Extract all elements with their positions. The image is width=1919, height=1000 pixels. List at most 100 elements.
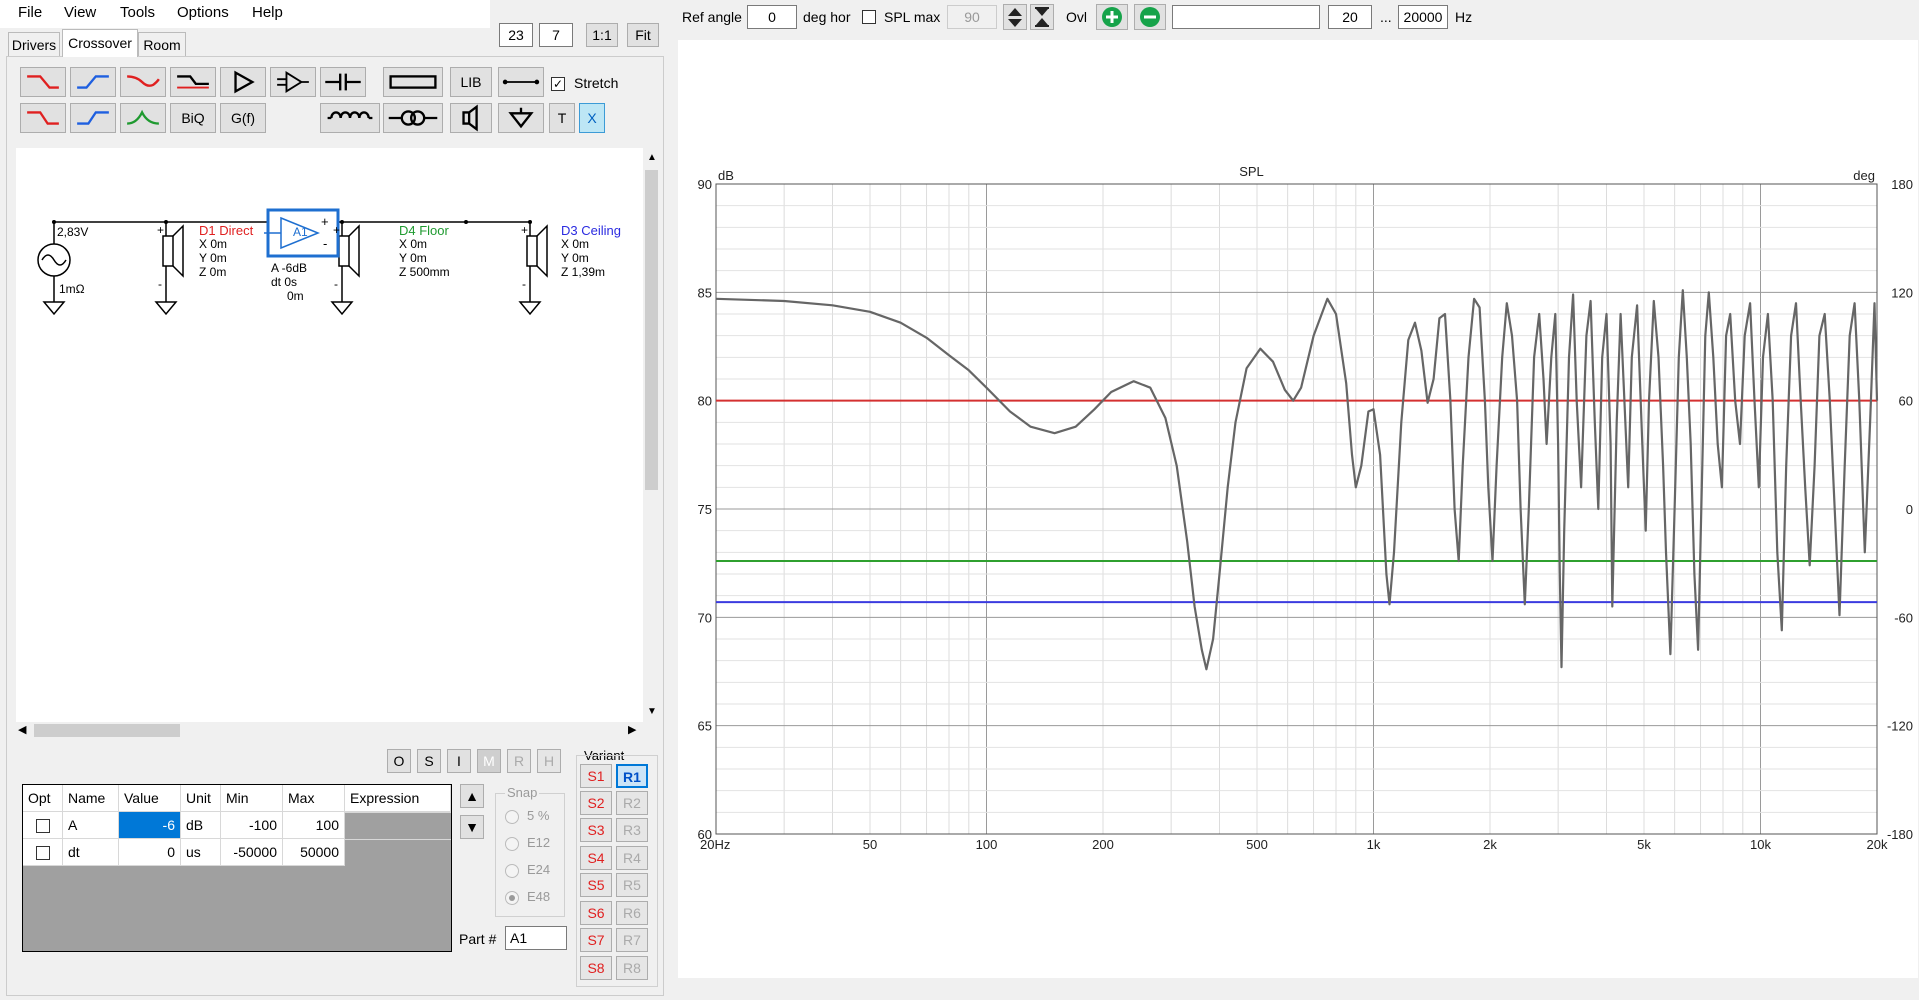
d3-name-label[interactable]: D3 Ceiling xyxy=(561,223,621,238)
zoom-value-2[interactable]: 7 xyxy=(539,23,573,47)
snap-option-e48[interactable]: E48 xyxy=(505,889,550,905)
freq-max-input[interactable]: 20000 xyxy=(1398,5,1448,29)
variant-r4-button[interactable]: R4 xyxy=(616,846,648,870)
text-tool-button[interactable]: T xyxy=(549,103,575,133)
amp-name-label[interactable]: A1 xyxy=(293,225,308,239)
param-value-a[interactable]: -6 xyxy=(119,812,181,839)
scroll-left-icon[interactable]: ◀ xyxy=(18,723,26,736)
i-button[interactable]: I xyxy=(447,749,471,773)
opt-checkbox-a[interactable] xyxy=(23,812,63,839)
snap-option-e12[interactable]: E12 xyxy=(505,835,550,851)
zoom-value-1[interactable]: 23 xyxy=(499,23,533,47)
h-button[interactable]: H xyxy=(537,749,561,773)
scroll-right-icon[interactable]: ▶ xyxy=(628,723,636,736)
bandpass-green-button[interactable] xyxy=(120,103,166,133)
horizontal-scroll-thumb[interactable] xyxy=(34,724,180,737)
transformer-button[interactable] xyxy=(383,103,443,133)
ground-button[interactable] xyxy=(498,103,544,133)
freq-min-input[interactable]: 20 xyxy=(1328,5,1372,29)
param-name-a[interactable]: A xyxy=(63,812,119,839)
spl-max-input[interactable]: 90 xyxy=(947,5,997,29)
tab-crossover[interactable]: Crossover xyxy=(62,29,138,57)
stretch-checkbox[interactable]: ✓ xyxy=(551,75,565,92)
menu-help[interactable]: Help xyxy=(252,4,283,21)
param-expr-a[interactable] xyxy=(345,812,451,813)
part-number-input[interactable]: A1 xyxy=(505,926,567,950)
capacitor-button[interactable] xyxy=(320,67,366,97)
opamp-button[interactable] xyxy=(270,67,316,97)
spl-plot-panel[interactable]: 20Hz 50 100 200 500 1k 2k 5k 10k 20k 60 65 70 75 80 85 9… xyxy=(678,40,1918,978)
param-value-dt[interactable]: 0 xyxy=(119,839,181,866)
vertical-scroll-thumb[interactable] xyxy=(645,170,658,490)
spl-chart[interactable]: 20Hz 50 100 200 500 1k 2k 5k 10k 20k6065707580859… xyxy=(678,40,1918,978)
variant-s5-button[interactable]: S5 xyxy=(580,873,612,897)
inductor-button[interactable] xyxy=(320,103,380,133)
lowpass-red-2-button[interactable] xyxy=(20,103,66,133)
variant-s2-button[interactable]: S2 xyxy=(580,791,612,815)
param-min-a[interactable]: -100 xyxy=(221,812,283,839)
param-expr-dt[interactable] xyxy=(345,839,451,840)
param-max-a[interactable]: 100 xyxy=(283,812,345,839)
param-name-dt[interactable]: dt xyxy=(63,839,119,866)
notch-red-button[interactable] xyxy=(120,67,166,97)
r-button[interactable]: R xyxy=(507,749,531,773)
biquad-button[interactable]: BiQ xyxy=(170,103,216,133)
horizontal-scrollbar[interactable]: ◀ ▶ xyxy=(16,722,643,739)
snap-option-5pct[interactable]: 5 % xyxy=(505,808,549,824)
x-tool-button[interactable]: X xyxy=(579,103,605,133)
spl-spin-button[interactable] xyxy=(1003,4,1027,30)
library-button[interactable]: LIB xyxy=(450,67,492,97)
schematic-canvas[interactable]: + - + - + - + - 2,83V 1mΩ D1 Direct X 0m… xyxy=(16,148,643,722)
spl-max-checkbox[interactable] xyxy=(862,8,876,25)
menu-file[interactable]: File xyxy=(18,4,42,21)
menu-options[interactable]: Options xyxy=(177,4,229,21)
param-min-dt[interactable]: -50000 xyxy=(221,839,283,866)
variant-r2-button[interactable]: R2 xyxy=(616,791,648,815)
s-button[interactable]: S xyxy=(417,749,441,773)
d4-name-label[interactable]: D4 Floor xyxy=(399,223,449,238)
remove-overlay-button[interactable] xyxy=(1134,4,1166,30)
variant-r3-button[interactable]: R3 xyxy=(616,818,648,842)
scroll-up-icon[interactable]: ▲ xyxy=(647,152,657,163)
wire-button[interactable] xyxy=(498,67,544,97)
resistor-button[interactable] xyxy=(383,67,443,97)
vertical-scrollbar[interactable]: ▲ ▼ xyxy=(643,148,660,722)
gf-button[interactable]: G(f) xyxy=(220,103,266,133)
add-overlay-button[interactable] xyxy=(1096,4,1128,30)
d1-name-label[interactable]: D1 Direct xyxy=(199,223,253,238)
highpass-blue-2-button[interactable] xyxy=(70,103,116,133)
menu-tools[interactable]: Tools xyxy=(120,4,155,21)
variant-r1-button[interactable]: R1 xyxy=(616,764,648,788)
spl-fit-button[interactable] xyxy=(1030,4,1054,30)
variant-s4-button[interactable]: S4 xyxy=(580,846,612,870)
speaker-button[interactable] xyxy=(450,103,492,133)
tab-drivers[interactable]: Drivers xyxy=(8,32,60,56)
zoom-one-to-one-button[interactable]: 1:1 xyxy=(586,23,618,47)
param-max-dt[interactable]: 50000 xyxy=(283,839,345,866)
overlay-name-input[interactable] xyxy=(1172,5,1320,29)
menu-view[interactable]: View xyxy=(64,4,96,21)
variant-s8-button[interactable]: S8 xyxy=(580,956,612,980)
variant-s1-button[interactable]: S1 xyxy=(580,764,612,788)
variant-r8-button[interactable]: R8 xyxy=(616,956,648,980)
snap-option-e24[interactable]: E24 xyxy=(505,862,550,878)
o-button[interactable]: O xyxy=(387,749,411,773)
shelf-button[interactable] xyxy=(170,67,216,97)
variant-r7-button[interactable]: R7 xyxy=(616,928,648,952)
amplifier-button[interactable] xyxy=(220,67,266,97)
lowpass-red-button[interactable] xyxy=(20,67,66,97)
move-down-button[interactable]: ▼ xyxy=(460,815,484,839)
variant-s6-button[interactable]: S6 xyxy=(580,901,612,925)
tab-room[interactable]: Room xyxy=(138,32,186,56)
zoom-fit-button[interactable]: Fit xyxy=(627,23,659,47)
variant-s7-button[interactable]: S7 xyxy=(580,928,612,952)
opt-checkbox-dt[interactable] xyxy=(23,839,63,866)
variant-r6-button[interactable]: R6 xyxy=(616,901,648,925)
variant-r5-button[interactable]: R5 xyxy=(616,873,648,897)
ref-angle-input[interactable]: 0 xyxy=(747,5,797,29)
m-button[interactable]: M xyxy=(477,749,501,773)
variant-s3-button[interactable]: S3 xyxy=(580,818,612,842)
scroll-down-icon[interactable]: ▼ xyxy=(647,706,657,717)
move-up-button[interactable]: ▲ xyxy=(460,784,484,808)
highpass-blue-button[interactable] xyxy=(70,67,116,97)
